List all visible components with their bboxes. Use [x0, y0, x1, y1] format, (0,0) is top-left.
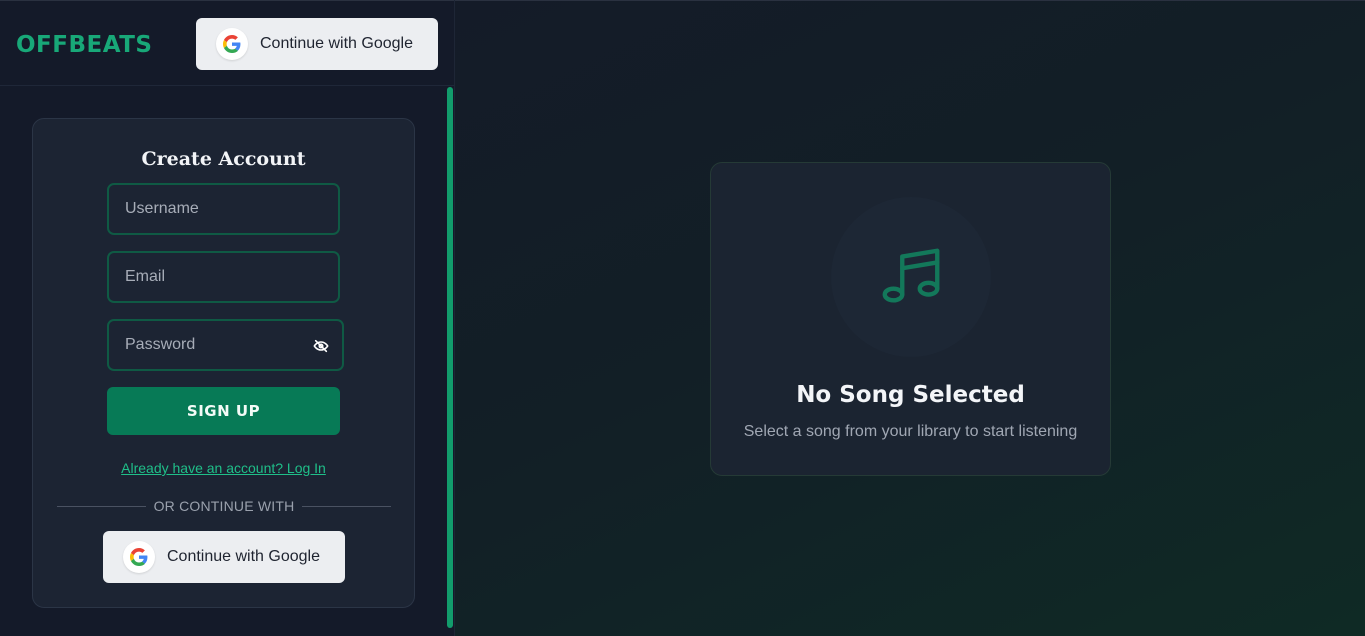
- email-placeholder: Email: [125, 268, 166, 285]
- sidebar-scrollbar[interactable]: [447, 87, 453, 628]
- card-google-label: Continue with Google: [167, 548, 320, 565]
- player-area: No Song Selected Select a song from your…: [455, 0, 1365, 636]
- empty-player-card: No Song Selected Select a song from your…: [710, 162, 1111, 476]
- or-divider: OR CONTINUE WITH: [57, 496, 392, 516]
- password-placeholder: Password: [125, 336, 196, 353]
- header-google-signin-button[interactable]: Continue with Google: [196, 18, 438, 70]
- email-field[interactable]: Email: [107, 251, 340, 303]
- music-note-icon-container: [831, 197, 991, 357]
- divider-line-right: [302, 505, 392, 507]
- username-field[interactable]: Username: [107, 183, 340, 235]
- card-google-signin-button[interactable]: Continue with Google: [103, 531, 345, 583]
- empty-title: No Song Selected: [796, 382, 1025, 408]
- divider-line-left: [57, 505, 146, 507]
- password-field[interactable]: Password: [107, 319, 344, 371]
- google-icon: [123, 541, 155, 573]
- signup-button[interactable]: SIGN UP: [107, 387, 340, 435]
- sidebar: OFFBEATS Continue with Google Create Acc…: [0, 0, 455, 636]
- music-note-icon: [882, 248, 940, 303]
- username-placeholder: Username: [125, 200, 199, 217]
- divider-text: OR CONTINUE WITH: [153, 498, 295, 514]
- header-google-label: Continue with Google: [260, 35, 413, 52]
- google-icon: [216, 28, 248, 60]
- app-logo: OFFBEATS: [16, 32, 153, 58]
- eye-off-icon[interactable]: [312, 338, 330, 354]
- app-root: OFFBEATS Continue with Google Create Acc…: [0, 0, 1365, 636]
- empty-subtitle: Select a song from your library to start…: [743, 423, 1078, 440]
- sidebar-header: OFFBEATS Continue with Google: [0, 0, 454, 86]
- login-link[interactable]: Already have an account? Log In: [33, 460, 414, 476]
- signup-title: Create Account: [141, 148, 306, 170]
